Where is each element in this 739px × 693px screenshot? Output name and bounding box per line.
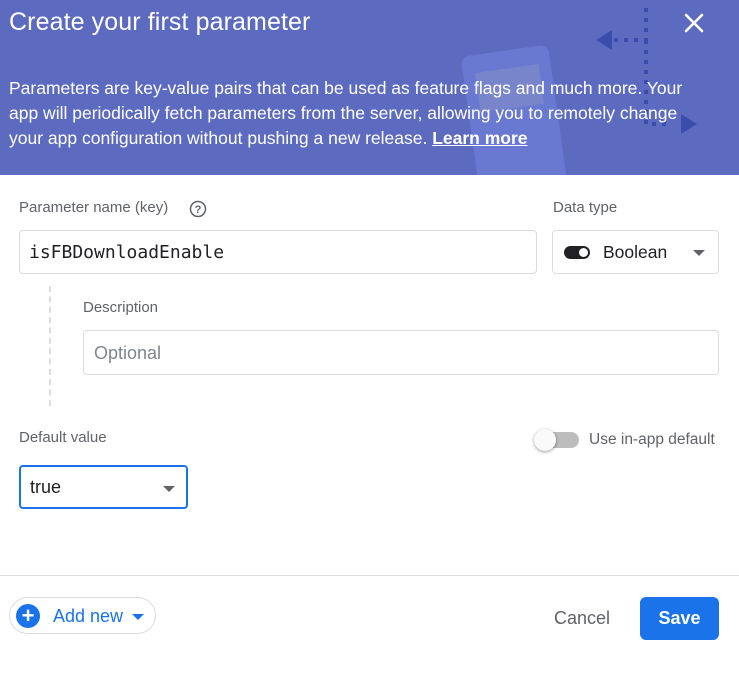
chevron-down-icon — [163, 486, 175, 492]
add-new-button[interactable]: + Add new — [9, 597, 156, 634]
help-circle-icon[interactable]: ? — [189, 200, 207, 218]
use-in-app-default-toggle[interactable] — [534, 429, 579, 451]
close-icon[interactable] — [680, 9, 708, 37]
parameter-name-input[interactable]: isFBDownloadEnable — [19, 230, 537, 274]
parameter-name-label: Parameter name (key) — [19, 199, 169, 216]
parameter-name-value: isFBDownloadEnable — [29, 242, 225, 263]
description-placeholder: Optional — [94, 343, 162, 363]
default-value-text: true — [30, 477, 62, 497]
data-type-select[interactable]: Boolean — [552, 230, 719, 274]
chevron-down-icon — [132, 614, 144, 620]
save-button[interactable]: Save — [640, 597, 719, 640]
toggle-knob — [534, 429, 556, 451]
dialog-description-text: Parameters are key-value pairs that can … — [9, 78, 683, 148]
dialog-title: Create your first parameter — [9, 8, 311, 36]
plus-icon: + — [16, 604, 40, 628]
footer-divider — [0, 575, 739, 576]
default-value-label: Default value — [19, 429, 107, 446]
dialog-header: Create your first parameter Parameters a… — [0, 0, 739, 175]
dialog-description: Parameters are key-value pairs that can … — [9, 76, 699, 151]
data-type-label: Data type — [553, 199, 618, 216]
add-new-label: Add new — [53, 606, 124, 626]
description-label: Description — [83, 299, 159, 316]
boolean-toggle-icon — [564, 246, 590, 259]
learn-more-link[interactable]: Learn more — [432, 128, 527, 148]
chevron-down-icon — [693, 250, 705, 256]
use-in-app-default-label: Use in-app default — [589, 431, 715, 448]
default-value-select[interactable]: true — [19, 465, 188, 509]
cancel-button[interactable]: Cancel — [540, 598, 624, 638]
description-input[interactable]: Optional — [83, 330, 719, 375]
dashed-connector — [49, 286, 51, 406]
svg-text:?: ? — [195, 204, 202, 216]
data-type-value: Boolean — [603, 242, 668, 262]
